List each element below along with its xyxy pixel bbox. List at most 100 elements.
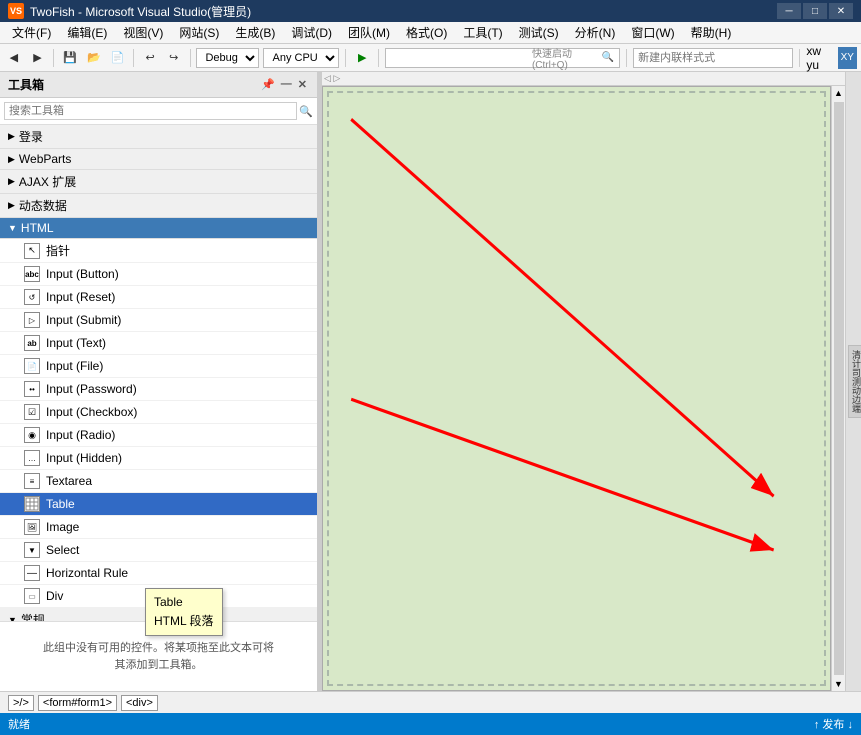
run-button[interactable]: ▶ — [352, 47, 372, 69]
menu-help[interactable]: 帮助(H) — [683, 22, 740, 43]
search-icon[interactable]: 🔍 — [601, 50, 615, 66]
scroll-up-btn[interactable]: ▲ — [832, 86, 845, 100]
image-icon: 🖼 — [24, 519, 40, 535]
item-input-checkbox[interactable]: ☑ Input (Checkbox) — [0, 401, 317, 424]
toolbox-minus-btn[interactable]: — — [279, 78, 294, 91]
toolbar-sep-4 — [345, 49, 346, 67]
item-select[interactable]: ▼ Select — [0, 539, 317, 562]
input-reset-icon: ↺ — [24, 289, 40, 305]
open-button[interactable]: 📂 — [84, 47, 104, 69]
new-button[interactable]: 📄 — [108, 47, 128, 69]
right-tab-1[interactable]: 清计司测动边端 — [848, 345, 861, 418]
user-dropdown-btn[interactable]: XY — [838, 47, 857, 69]
item-input-submit[interactable]: ▷ Input (Submit) — [0, 309, 317, 332]
toolbar-sep-2 — [133, 49, 134, 67]
group-html-label: HTML — [21, 221, 54, 235]
new-inline-style-input[interactable] — [633, 48, 793, 68]
menu-window[interactable]: 窗口(W) — [623, 22, 682, 43]
menu-team[interactable]: 团队(M) — [340, 22, 398, 43]
toolbar-sep-3 — [190, 49, 191, 67]
tag-slash[interactable]: >/> — [8, 695, 34, 711]
menu-view[interactable]: 视图(V) — [115, 22, 171, 43]
menu-edit[interactable]: 编辑(E) — [59, 22, 115, 43]
quick-launch-label: 快速启动 (Ctrl+Q) — [532, 45, 601, 71]
item-input-button[interactable]: abc Input (Button) — [0, 263, 317, 286]
input-button-icon: abc — [24, 266, 40, 282]
select-icon: ▼ — [24, 542, 40, 558]
tag-form[interactable]: <form#form1> — [38, 695, 117, 711]
item-horizontal-rule[interactable]: — Horizontal Rule — [0, 562, 317, 585]
toolbox-close-btn[interactable]: ✕ — [296, 78, 309, 91]
menu-test[interactable]: 测试(S) — [511, 22, 567, 43]
item-table[interactable]: Table — [0, 493, 317, 516]
group-ajax[interactable]: ▶ AJAX 扩展 — [0, 170, 317, 194]
minimize-button[interactable]: ─ — [777, 3, 801, 19]
textarea-label: Textarea — [46, 474, 92, 488]
item-image[interactable]: 🖼 Image — [0, 516, 317, 539]
input-hidden-icon: … — [24, 450, 40, 466]
item-input-file[interactable]: 📄 Input (File) — [0, 355, 317, 378]
div-icon: ▭ — [24, 588, 40, 604]
toolbox-search-area: 🔍 — [0, 98, 317, 125]
menu-website[interactable]: 网站(S) — [171, 22, 227, 43]
dynamic-expand-arrow: ▶ — [8, 200, 15, 211]
maximize-button[interactable]: □ — [803, 3, 827, 19]
quick-launch-input[interactable] — [390, 52, 532, 64]
back-button[interactable]: ◀ — [4, 47, 24, 69]
menu-tools[interactable]: 工具(T) — [455, 22, 510, 43]
design-top-bar: ◁ ▷ — [322, 72, 845, 86]
input-file-icon: 📄 — [24, 358, 40, 374]
input-checkbox-icon: ☑ — [24, 404, 40, 420]
vs-logo: VS — [8, 3, 24, 19]
main-area: 工具箱 📌 — ✕ 🔍 ▶ 登录 ▶ WebParts — [0, 72, 861, 691]
item-input-text[interactable]: ab Input (Text) — [0, 332, 317, 355]
group-webparts[interactable]: ▶ WebParts — [0, 149, 317, 170]
save-button[interactable]: 💾 — [60, 47, 80, 69]
item-textarea[interactable]: ≡ Textarea — [0, 470, 317, 493]
group-login[interactable]: ▶ 登录 — [0, 125, 317, 149]
debug-mode-dropdown[interactable]: Debug — [196, 48, 259, 68]
toolbox-search-input[interactable] — [4, 102, 297, 120]
item-input-hidden[interactable]: … Input (Hidden) — [0, 447, 317, 470]
scroll-thumb[interactable] — [834, 102, 844, 675]
pointer-label: 指针 — [46, 242, 70, 259]
title-bar-controls: ─ □ ✕ — [777, 3, 853, 19]
input-submit-label: Input (Submit) — [46, 313, 121, 327]
item-input-reset[interactable]: ↺ Input (Reset) — [0, 286, 317, 309]
horizontal-rule-label: Horizontal Rule — [46, 566, 128, 580]
publish-button[interactable]: ↑ 发布 ↓ — [814, 716, 853, 732]
forward-button[interactable]: ▶ — [28, 47, 48, 69]
menu-format[interactable]: 格式(O) — [398, 22, 455, 43]
cpu-dropdown[interactable]: Any CPU — [263, 48, 339, 68]
bottom-bar: >/> <form#form1> <div> — [0, 691, 861, 713]
menu-analyze[interactable]: 分析(N) — [567, 22, 624, 43]
group-ajax-label: AJAX 扩展 — [19, 173, 76, 190]
tag-div[interactable]: <div> — [121, 695, 158, 711]
item-input-password[interactable]: •• Input (Password) — [0, 378, 317, 401]
menu-file[interactable]: 文件(F) — [4, 22, 59, 43]
menu-debug[interactable]: 调试(D) — [283, 22, 340, 43]
item-pointer[interactable]: ↖ 指针 — [0, 239, 317, 263]
menu-bar: 文件(F) 编辑(E) 视图(V) 网站(S) 生成(B) 调试(D) 团队(M… — [0, 22, 861, 44]
redo-button[interactable]: ↪ — [164, 47, 184, 69]
menu-build[interactable]: 生成(B) — [227, 22, 283, 43]
design-content-area: ▲ ▼ — [322, 86, 845, 691]
group-login-label: 登录 — [19, 128, 43, 145]
toolbar: ◀ ▶ 💾 📂 📄 ↩ ↪ Debug Any CPU ▶ 快速启动 (Ctrl… — [0, 44, 861, 72]
undo-button[interactable]: ↩ — [140, 47, 160, 69]
image-label: Image — [46, 520, 79, 534]
design-canvas[interactable] — [322, 86, 831, 691]
toolbox-pin-btn[interactable]: 📌 — [259, 78, 277, 91]
group-html[interactable]: ▼ HTML — [0, 218, 317, 239]
scroll-down-btn[interactable]: ▼ — [832, 677, 845, 691]
input-button-label: Input (Button) — [46, 267, 119, 281]
webparts-expand-arrow: ▶ — [8, 154, 15, 165]
toolbox-header: 工具箱 📌 — ✕ — [0, 72, 317, 98]
close-button[interactable]: ✕ — [829, 3, 853, 19]
input-text-icon: ab — [24, 335, 40, 351]
title-bar-left: VS TwoFish - Microsoft Visual Studio(管理员… — [8, 3, 251, 20]
item-input-radio[interactable]: ◉ Input (Radio) — [0, 424, 317, 447]
tooltip-line2: HTML 段落 — [154, 612, 214, 631]
group-dynamic[interactable]: ▶ 动态数据 — [0, 194, 317, 218]
input-checkbox-label: Input (Checkbox) — [46, 405, 137, 419]
